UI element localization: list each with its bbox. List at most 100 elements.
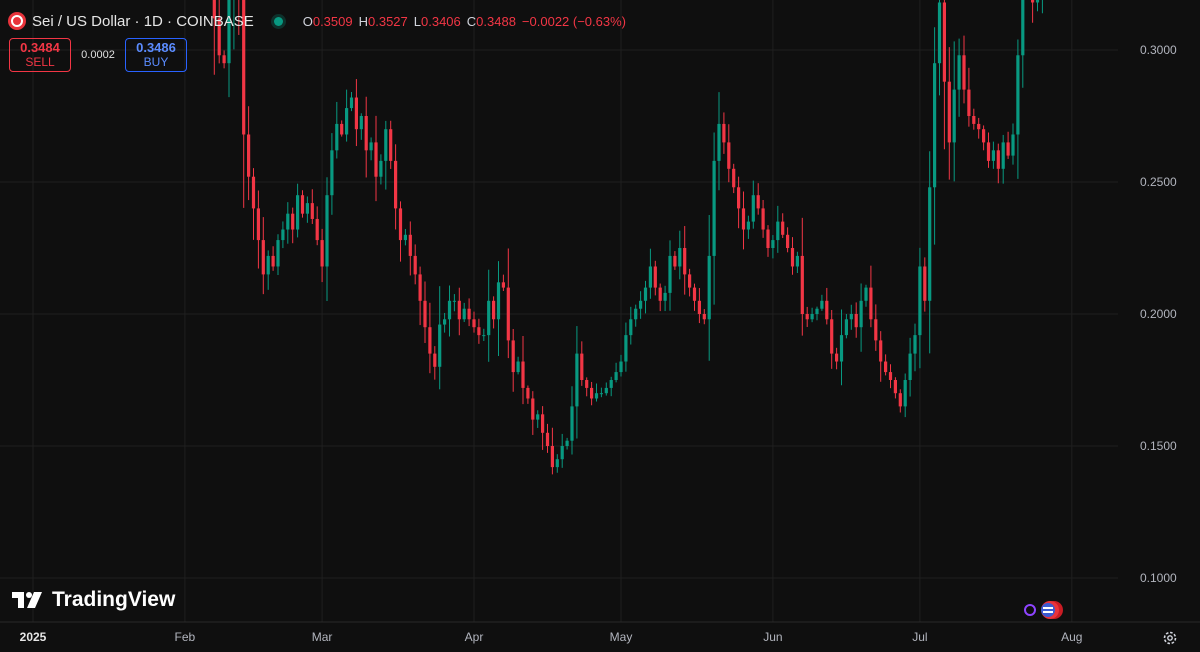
candle-body xyxy=(291,213,295,230)
candle-body xyxy=(893,380,897,394)
candle-body xyxy=(888,372,893,380)
candle-body xyxy=(438,324,442,367)
candle-body xyxy=(717,123,721,161)
candle-body xyxy=(467,308,471,320)
y-tick-label: 0.1000 xyxy=(1140,571,1177,585)
candle-body xyxy=(982,129,986,143)
candle-body xyxy=(913,335,917,354)
candle-body xyxy=(330,150,334,196)
candle-body xyxy=(369,142,373,151)
candle-body xyxy=(286,213,290,230)
candle-body xyxy=(359,116,363,130)
candle-body xyxy=(570,406,574,441)
candle-body xyxy=(271,255,275,267)
candle-body xyxy=(683,248,687,275)
candle-body xyxy=(820,300,824,309)
candle-body xyxy=(413,255,417,275)
candle-body xyxy=(957,55,961,90)
x-tick-label: Mar xyxy=(312,630,333,644)
candle-body xyxy=(854,314,858,328)
candle-body xyxy=(423,300,427,328)
candle-body xyxy=(942,2,946,82)
candle-body xyxy=(428,327,432,354)
candle-body xyxy=(810,314,814,320)
candle-body xyxy=(364,116,368,151)
candle-body xyxy=(707,255,711,320)
candle-body xyxy=(408,234,412,256)
candle-body xyxy=(541,414,545,433)
candle-body xyxy=(771,240,775,248)
candle-body xyxy=(555,459,559,468)
x-tick-label: Feb xyxy=(175,630,196,644)
candle-body xyxy=(977,123,981,130)
x-tick-label: Apr xyxy=(465,630,484,644)
candle-body xyxy=(305,203,309,214)
candle-body xyxy=(604,387,608,394)
candle-body xyxy=(247,134,251,177)
candle-body xyxy=(536,414,540,420)
tradingview-logo[interactable]: TradingView xyxy=(12,588,175,612)
candle-body xyxy=(374,142,378,177)
candle-body xyxy=(452,300,456,302)
candle-body xyxy=(256,208,260,241)
candle-body xyxy=(315,218,319,241)
candle-body xyxy=(986,142,991,161)
candle-body xyxy=(864,287,868,301)
candle-body xyxy=(972,116,976,124)
market-status-icon[interactable] xyxy=(273,16,283,26)
candle-body xyxy=(991,150,995,161)
x-tick-label: 2025 xyxy=(20,630,47,644)
symbol-title[interactable]: Sei / US Dollar · 1D · COINBASE xyxy=(32,13,254,30)
candle-body xyxy=(668,255,672,293)
candle-body xyxy=(761,208,765,230)
candle-body xyxy=(496,282,501,320)
settings-gear-icon[interactable] xyxy=(1162,630,1178,646)
candle-body xyxy=(751,195,755,222)
candle-body xyxy=(320,240,324,267)
chart-header: Sei / US Dollar · 1D · COINBASE O0.3509 … xyxy=(8,10,626,32)
buy-button[interactable]: 0.3486 BUY xyxy=(125,38,187,72)
candle-body xyxy=(629,319,633,336)
indicator-flags-icon[interactable] xyxy=(1022,600,1070,620)
candle-body xyxy=(741,208,746,230)
candle-body xyxy=(222,55,226,64)
candle-body xyxy=(879,340,883,362)
tradingview-mark-icon xyxy=(12,592,42,608)
candle-body xyxy=(599,393,603,395)
candle-body xyxy=(261,240,265,275)
candle-body xyxy=(722,123,726,143)
candle-body xyxy=(653,266,657,288)
candle-body xyxy=(1011,134,1015,156)
candle-body xyxy=(487,300,491,336)
candle-body xyxy=(394,160,398,209)
candle-body xyxy=(825,300,829,320)
candle-body xyxy=(345,108,349,135)
candle-body xyxy=(918,266,922,336)
candle-body xyxy=(531,398,535,420)
candle-body xyxy=(276,240,280,267)
candle-body xyxy=(859,300,863,328)
candle-body xyxy=(575,353,579,407)
candle-body xyxy=(639,300,643,309)
candle-body xyxy=(251,176,256,209)
candle-body xyxy=(1035,0,1040,3)
chart-background xyxy=(0,0,1200,652)
sell-button[interactable]: 0.3484 SELL xyxy=(9,38,71,72)
candle-body xyxy=(678,248,682,267)
candle-body xyxy=(492,300,496,320)
candle-body xyxy=(658,287,662,301)
candle-body xyxy=(560,446,564,460)
candle-body xyxy=(937,2,942,64)
candle-body xyxy=(516,361,520,373)
candle-body xyxy=(384,129,388,161)
candle-body xyxy=(619,361,623,373)
candle-body xyxy=(1016,55,1020,135)
candle-body xyxy=(296,195,300,230)
y-tick-label: 0.1500 xyxy=(1140,439,1177,453)
price-chart[interactable]: 2025FebMarAprMayJunJulAug0.50000.45000.4… xyxy=(0,0,1200,652)
candle-body xyxy=(996,150,1000,169)
candle-body xyxy=(692,287,697,301)
candle-body xyxy=(340,123,344,135)
candle-body xyxy=(952,89,956,143)
trade-panel: 0.3484 SELL 0.0002 0.3486 BUY xyxy=(9,38,187,72)
